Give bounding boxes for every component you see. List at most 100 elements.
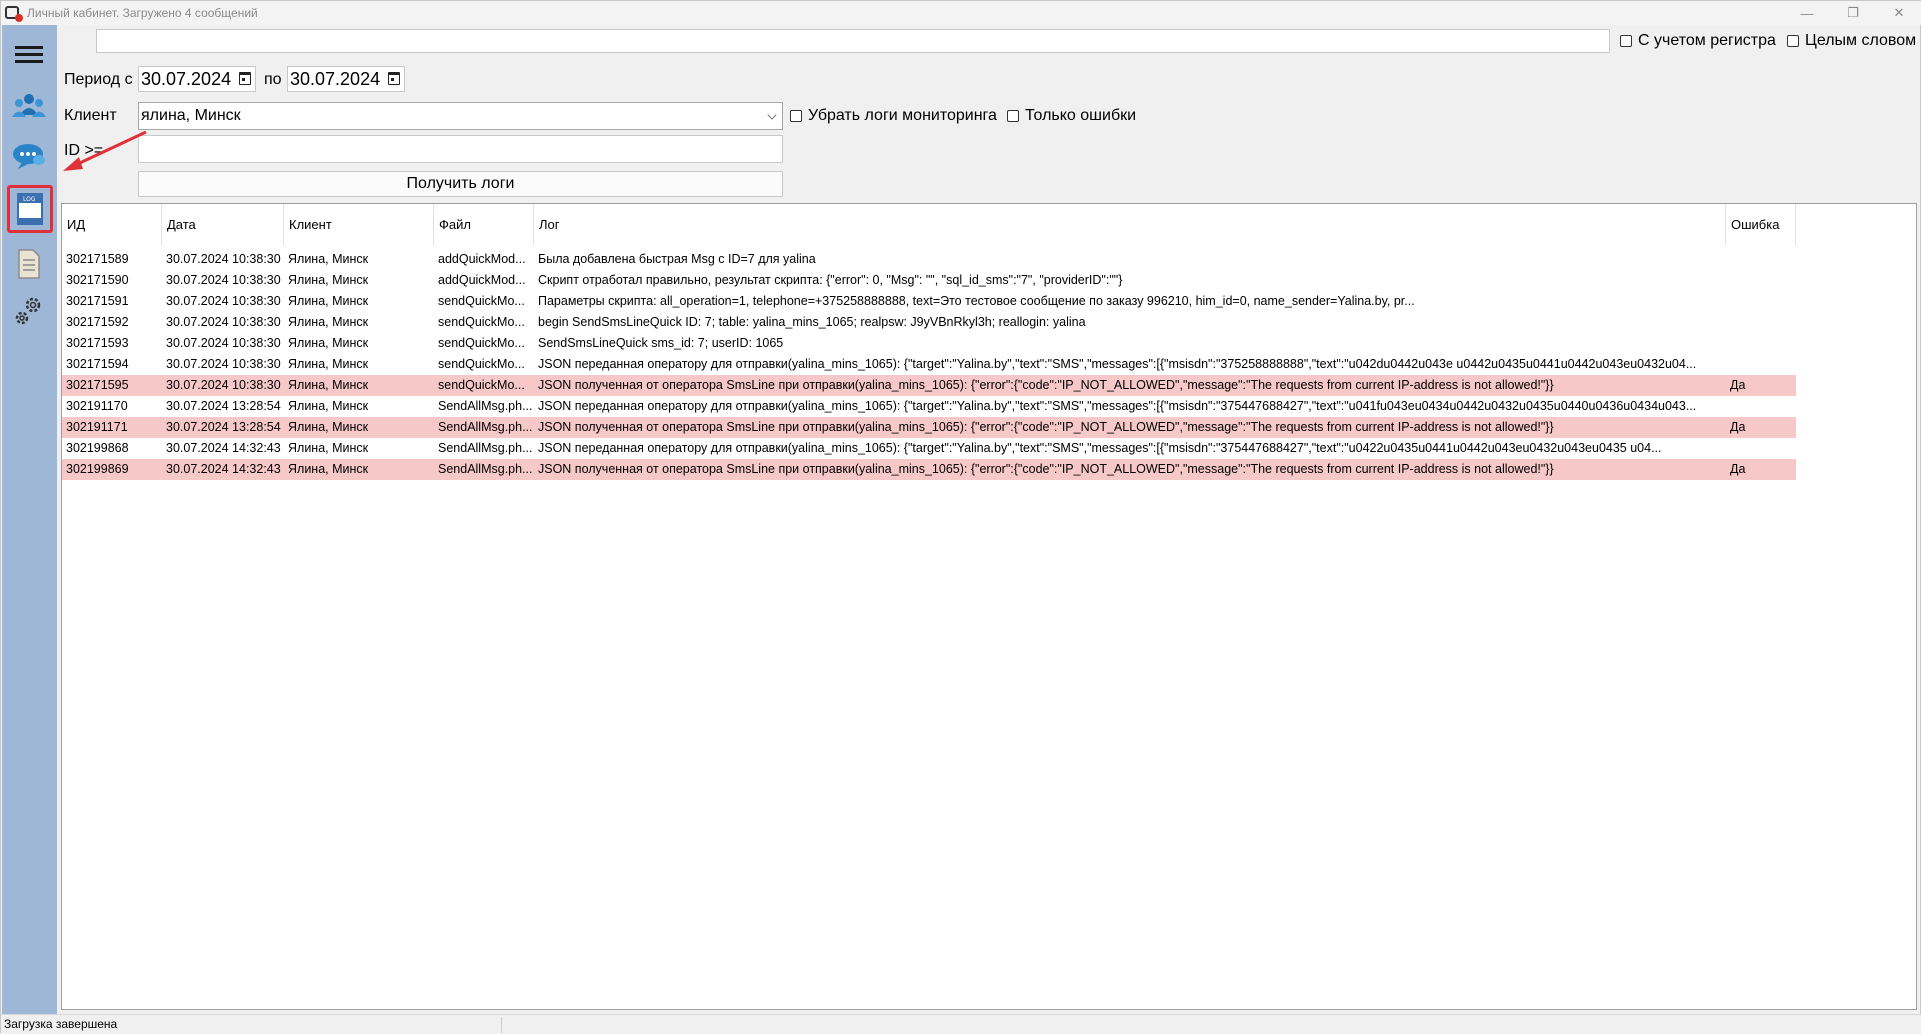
cell-log: JSON полученная от оператора SmsLine при… [538,378,1554,392]
window-controls: — ❐ ✕ [1784,1,1921,25]
users-icon [12,94,46,117]
checkbox-box[interactable] [790,110,802,122]
date-to-picker[interactable]: 30.07.2024 [287,66,405,92]
id-input[interactable] [138,135,783,163]
log-file-icon: LOG [17,193,43,225]
table-row[interactable]: 302171594 30.07.2024 10:38:30 Ялина, Минск… [62,354,1796,375]
cell-log: JSON переданная оператору для отправки(y… [538,357,1697,371]
cell-id: 302171590 [66,273,129,287]
cell-date: 30.07.2024 13:28:54 [166,399,281,413]
column-header-id[interactable]: ИД [62,204,162,246]
cell-date: 30.07.2024 10:38:30 [166,273,281,287]
cell-file: addQuickMod... [438,273,526,287]
case-sensitive-label: С учетом регистра [1638,32,1776,49]
cell-log: Скрипт отработал правильно, результат ск… [538,273,1123,287]
cell-id: 302191170 [66,399,128,413]
cell-client: Ялина, Минск [288,294,369,308]
table-row[interactable]: 302171593 30.07.2024 10:38:30 Ялина, Минск… [62,333,1796,354]
grid-rows: 302171589 30.07.2024 10:38:30 Ялина, Минск… [62,249,1796,480]
only-errors-checkbox[interactable]: Только ошибки [1007,107,1136,125]
cell-log: Была добавлена быстрая Msg с ID=7 для ya… [538,252,816,266]
cell-error [1726,270,1796,291]
main-content: С учетом регистра Целым словом Период с … [57,25,1921,1015]
cell-client: Ялина, Минск [288,462,369,476]
table-row[interactable]: 302191171 30.07.2024 13:28:54 Ялина, Минск… [62,417,1796,438]
cell-client: Ялина, Минск [288,441,369,455]
table-row[interactable]: 302171595 30.07.2024 10:38:30 Ялина, Минск… [62,375,1796,396]
svg-text:LOG: LOG [23,196,36,203]
remove-monitoring-checkbox[interactable]: Убрать логи мониторинга [790,107,997,125]
cell-file: sendQuickMo... [438,294,525,308]
document-icon [18,249,40,279]
get-logs-button[interactable]: Получить логи [138,171,783,197]
cell-file: sendQuickMo... [438,357,525,371]
search-input[interactable] [96,29,1610,53]
cell-log: Параметры скрипта: all_operation=1, tele… [538,294,1415,308]
id-label: ID >= [64,142,104,159]
checkbox-box[interactable] [1007,110,1019,122]
restore-button[interactable]: ❐ [1830,1,1876,25]
column-header-file[interactable]: Файл [434,204,534,246]
sidebar-item-settings[interactable] [8,289,50,331]
cell-error [1726,291,1796,312]
table-row[interactable]: 302171591 30.07.2024 10:38:30 Ялина, Минск… [62,291,1796,312]
sidebar-item-documents[interactable] [8,243,50,285]
whole-word-label: Целым словом [1805,32,1917,49]
column-header-date[interactable]: Дата [162,204,284,246]
cell-log: begin SendSmsLineQuick ID: 7; table: yal… [538,315,1086,329]
table-row[interactable]: 302199869 30.07.2024 14:32:43 Ялина, Минск… [62,459,1796,480]
cell-log: JSON полученная от оператора SmsLine при… [538,462,1554,476]
whole-word-checkbox[interactable]: Целым словом [1787,32,1916,50]
sidebar-item-logs[interactable]: LOG [7,185,53,233]
column-header-log[interactable]: Лог [534,204,1726,246]
calendar-icon[interactable] [239,72,251,85]
cell-client: Ялина, Минск [288,273,369,287]
cell-file: SendAllMsg.ph... [438,420,533,434]
cell-error: Да [1730,420,1746,434]
chevron-down-icon[interactable] [767,110,777,120]
cell-file: sendQuickMo... [438,336,525,350]
status-text: Загрузка завершена [4,1017,118,1031]
client-select[interactable]: ялина, Минск [138,102,783,130]
cell-id: 302171591 [66,294,129,308]
column-header-error[interactable]: Ошибка [1726,204,1796,246]
cell-file: addQuickMod... [438,252,526,266]
cell-error: Да [1730,462,1746,476]
cell-file: sendQuickMo... [438,315,525,329]
sidebar-item-clients[interactable] [8,85,50,127]
cell-log: JSON переданная оператору для отправки(y… [538,441,1662,455]
table-row[interactable]: 302191170 30.07.2024 13:28:54 Ялина, Минск… [62,396,1796,417]
close-button[interactable]: ✕ [1876,1,1921,25]
table-row[interactable]: 302171592 30.07.2024 10:38:30 Ялина, Минск… [62,312,1796,333]
column-header-client[interactable]: Клиент [284,204,434,246]
cell-date: 30.07.2024 14:32:43 [166,441,281,455]
cell-id: 302171595 [66,378,129,392]
cell-error: Да [1730,378,1746,392]
cell-log: JSON переданная оператору для отправки(y… [538,399,1697,413]
table-row[interactable]: 302171590 30.07.2024 10:38:30 Ялина, Минск… [62,270,1796,291]
date-from-picker[interactable]: 30.07.2024 [138,66,256,92]
cell-id: 302171592 [66,315,129,329]
minimize-button[interactable]: — [1784,1,1830,25]
cell-file: SendAllMsg.ph... [438,462,533,476]
checkbox-box[interactable] [1620,35,1632,47]
to-label: по [264,71,282,88]
table-row[interactable]: 302199868 30.07.2024 14:32:43 Ялина, Минск… [62,438,1796,459]
client-select-value: ялина, Минск [141,107,241,124]
case-sensitive-checkbox[interactable]: С учетом регистра [1620,32,1776,50]
checkbox-box[interactable] [1787,35,1799,47]
remove-monitoring-label: Убрать логи мониторинга [808,107,997,124]
sidebar-item-messages[interactable] [8,135,50,177]
logs-grid[interactable]: ИД Дата Клиент Файл Лог Ошибка 302171589… [61,203,1917,1010]
cell-client: Ялина, Минск [288,252,369,266]
date-from-value: 30.07.2024 [141,69,232,89]
cell-id: 302199869 [66,462,129,476]
window-title: Личный кабинет. Загружено 4 сообщений [27,6,258,20]
client-label: Клиент [64,107,117,124]
cell-error [1726,438,1796,459]
table-row[interactable]: 302171589 30.07.2024 10:38:30 Ялина, Минск… [62,249,1796,270]
hamburger-menu-button[interactable] [8,33,50,75]
cell-date: 30.07.2024 10:38:30 [166,336,281,350]
cell-date: 30.07.2024 10:38:30 [166,378,281,392]
calendar-icon[interactable] [388,72,400,85]
